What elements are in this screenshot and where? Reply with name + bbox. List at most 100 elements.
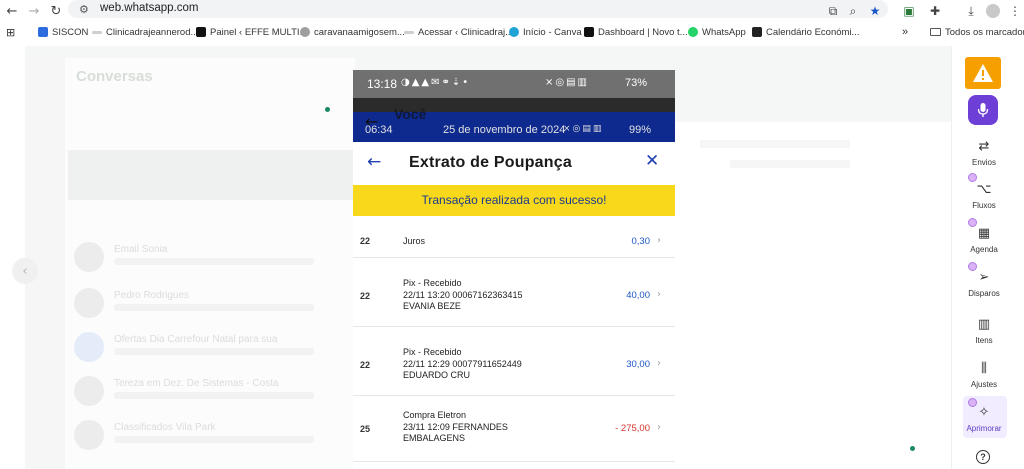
chat-name: Email Sonia xyxy=(114,244,168,255)
chat-row[interactable]: Classificados Vila Park xyxy=(68,416,350,456)
bookmark-label: Calendário Económi... xyxy=(766,26,860,38)
description-line: EDUARDO CRU xyxy=(403,370,471,380)
browser-toolbar: ← → ↻ ⚙ web.whatsapp.com ⧉ ⌕ ★ ▣ ✚ ⤓ ⋮ xyxy=(0,0,1024,22)
bookmark-star-icon[interactable]: ★ xyxy=(866,2,884,20)
transaction-description: Juros xyxy=(403,236,425,248)
bookmark-label: Início - Canva xyxy=(523,26,582,38)
sidebar-item-label: Ajustes xyxy=(970,380,998,389)
bookmark-all[interactable]: Todos os marcadores xyxy=(930,25,1024,39)
signal-icons: ⨯◎▤▥ xyxy=(545,77,590,88)
sidebar-item-aprimorar[interactable]: ✧ Aprimorar xyxy=(958,404,1010,433)
description-line: 23/11 12:09 FERNANDES xyxy=(403,421,508,432)
profile-avatar[interactable] xyxy=(986,4,1000,18)
magic-wand-icon: ✧ xyxy=(978,405,990,420)
inner-signal-icons: ⨯◎▤▥ xyxy=(563,124,604,134)
voice-button[interactable] xyxy=(968,95,998,125)
transaction-description: Pix - Recebido 22/11 12:29 0007791165244… xyxy=(403,347,522,382)
transaction-description: Pix - Recebido 22/11 13:20 0006716236341… xyxy=(403,278,522,313)
bookmark-label: Clinicadrajeannerod... xyxy=(106,26,199,38)
description-line: EMBALAGENS xyxy=(403,433,466,443)
description-line: Compra Eletron xyxy=(403,410,467,420)
sidebar-item-fluxos[interactable]: ⌥ Fluxos xyxy=(958,181,1010,210)
install-app-icon[interactable]: ⧉ xyxy=(824,2,842,20)
dashboard-icon xyxy=(584,27,594,37)
bookmark-label: Acessar ‹ Clinicadraj... xyxy=(418,26,514,38)
chat-preview xyxy=(114,348,314,355)
sidebar-item-agenda[interactable]: ▦ Agenda xyxy=(958,225,1010,254)
chat-row[interactable]: Pedro Rodrigues xyxy=(68,284,350,324)
url-text[interactable]: web.whatsapp.com xyxy=(100,2,198,14)
extensions-puzzle-icon[interactable]: ✚ xyxy=(926,2,944,20)
avatar xyxy=(74,332,104,362)
folder-icon xyxy=(930,28,941,36)
help-icon[interactable]: ? xyxy=(976,450,990,464)
bookmark-siscon[interactable]: SISCON xyxy=(38,25,88,39)
bookmark-calendario[interactable]: Calendário Económi... xyxy=(752,25,859,39)
bookmark-dashboard[interactable]: Dashboard | Novo t... xyxy=(584,25,688,39)
transaction-row: 25 Compra Eletron 23/11 12:09 FERNANDES … xyxy=(353,396,675,462)
notification-icons: ◑▲▲✉⚭⇣• xyxy=(401,77,471,88)
reload-icon[interactable]: ↻ xyxy=(48,3,64,19)
canva-icon xyxy=(509,27,519,37)
description-line: Pix - Recebido xyxy=(403,278,462,288)
screen-title: Extrato de Poupança xyxy=(409,154,572,171)
bookmark-acessar[interactable]: Acessar ‹ Clinicadraj... xyxy=(404,25,513,39)
status-time: 13:18 xyxy=(367,77,398,91)
chat-preview xyxy=(114,392,314,399)
transaction-row: 22 Pix - Recebido 22/11 12:29 0007791165… xyxy=(353,327,675,396)
avatar xyxy=(74,420,104,450)
bookmark-label: Dashboard | Novo t... xyxy=(598,26,688,38)
bookmark-label: SISCON xyxy=(52,26,89,38)
sidebar-item-disparos[interactable]: ➢ Disparos xyxy=(958,269,1010,298)
phone-status-bar: 13:18 ◑▲▲✉⚭⇣• ⨯◎▤▥ 73% xyxy=(353,70,675,98)
sliders-icon: ⫼ xyxy=(981,361,987,376)
sidebar-item-label: Itens xyxy=(975,336,993,345)
transaction-amount: 30,00 xyxy=(626,359,650,370)
chat-name: Tereza em Dez. De Sistemas - Costa xyxy=(114,378,279,389)
bookmark-canva[interactable]: Início - Canva xyxy=(509,25,582,39)
browser-chrome: ← → ↻ ⚙ web.whatsapp.com ⧉ ⌕ ★ ▣ ✚ ⤓ ⋮ ⊞… xyxy=(0,0,1024,46)
chat-row[interactable]: Email Sonia xyxy=(68,238,350,278)
bookmarks-overflow[interactable]: » xyxy=(902,25,908,39)
sidebar-item-itens[interactable]: ▥ Itens xyxy=(958,316,1010,345)
microphone-icon xyxy=(977,103,989,117)
chat-row[interactable]: Tereza em Dez. De Sistemas - Costa xyxy=(68,372,350,412)
description-line: Juros xyxy=(403,236,426,246)
transaction-row: 22 Juros 0,30 › xyxy=(353,218,675,258)
back-arrow-icon[interactable]: ← xyxy=(4,3,20,19)
description-line: Pix - Recebido xyxy=(403,347,462,357)
chat-preview xyxy=(114,304,314,311)
extension-icon[interactable]: ▣ xyxy=(900,2,918,20)
sidebar-item-label: Envios xyxy=(971,158,996,167)
sidebar-item-label: Agenda xyxy=(970,245,998,254)
bookmark-label: Todos os marcadores xyxy=(945,26,1024,38)
status-dot xyxy=(325,107,330,112)
chat-row[interactable]: Ofertas Dia Carrefour Natal para sua xyxy=(68,328,350,368)
phone-screenshot: 13:18 ◑▲▲✉⚭⇣• ⨯◎▤▥ 73% ← Você 06:34 25 d… xyxy=(353,70,675,469)
bookmark-whatsapp[interactable]: WhatsApp xyxy=(688,25,746,39)
calendar-icon: ▦ xyxy=(977,226,991,241)
site-icon xyxy=(92,30,102,34)
sidebar-item-ajustes[interactable]: ⫼ Ajustes xyxy=(958,360,1010,389)
bookmark-caravana[interactable]: caravanaamigosem... xyxy=(300,25,405,39)
sidebar-item-label: Fluxos xyxy=(972,201,996,210)
zoom-icon[interactable]: ⌕ xyxy=(844,2,862,20)
forward-arrow-icon[interactable]: → xyxy=(26,3,42,19)
chat-name: Ofertas Dia Carrefour Natal para sua xyxy=(114,334,278,345)
download-icon[interactable]: ⤓ xyxy=(962,2,980,20)
chat-name: Classificados Vila Park xyxy=(114,422,216,433)
conversation-placeholder xyxy=(730,160,850,168)
chevron-right-icon: › xyxy=(657,235,661,246)
bookmark-clinicadrajeannerod[interactable]: Clinicadrajeannerod... xyxy=(92,25,198,39)
menu-kebab-icon[interactable]: ⋮ xyxy=(1006,2,1024,20)
site-info-icon[interactable]: ⚙ xyxy=(79,3,89,16)
bookmark-painel-effe[interactable]: Painel ‹ EFFE MULTI... xyxy=(196,25,307,39)
site-icon xyxy=(404,30,414,34)
selected-chat-row[interactable] xyxy=(68,150,353,200)
inner-status-bar: ← Você 06:34 25 de novembro de 2024 ⨯◎▤▥… xyxy=(353,106,675,142)
sidebar-item-envios[interactable]: ⇄ Envios xyxy=(958,138,1010,167)
status-dot xyxy=(910,446,915,451)
warning-button[interactable] xyxy=(965,57,1001,89)
apps-grid-icon[interactable]: ⊞ xyxy=(6,25,15,39)
prev-chevron-icon[interactable]: ‹ xyxy=(12,258,38,284)
